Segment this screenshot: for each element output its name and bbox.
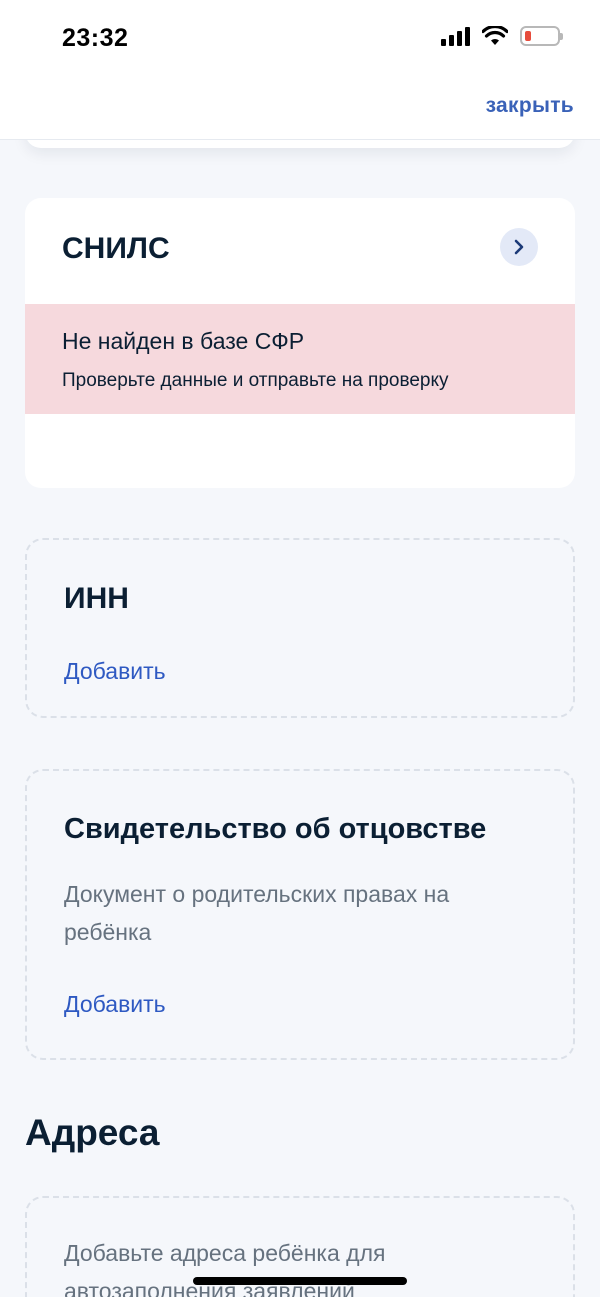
battery-icon [520, 26, 563, 46]
addresses-section-title: Адреса [25, 1112, 160, 1153]
paternity-description: Документ о родительских правах на ребёнк… [64, 881, 450, 945]
snils-open-button[interactable] [500, 228, 538, 266]
status-icons [441, 26, 563, 46]
snils-card[interactable]: СНИЛС Не найден в базе СФР Проверьте дан… [25, 198, 575, 488]
close-button[interactable]: закрыть [486, 94, 574, 118]
snils-error-banner: Не найден в базе СФР Проверьте данные и … [25, 304, 575, 414]
home-indicator[interactable] [193, 1277, 407, 1285]
paternity-title: Свидетельство об отцовстве [64, 813, 487, 845]
inn-title: ИНН [64, 582, 129, 615]
chevron-right-icon [514, 239, 524, 255]
inn-add-link[interactable]: Добавить [64, 658, 166, 685]
paternity-card: Свидетельство об отцовстве Документ о ро… [25, 769, 575, 1060]
snils-error-title: Не найден в базе СФР [62, 328, 305, 354]
paternity-add-link[interactable]: Добавить [64, 991, 166, 1018]
snils-error-text: Проверьте данные и отправьте на проверку [62, 370, 449, 391]
signal-icon [441, 26, 470, 46]
snils-title: СНИЛС [62, 232, 170, 265]
addresses-description: Добавьте адреса ребёнка для автозаполнен… [64, 1240, 386, 1297]
wifi-icon [482, 26, 508, 45]
top-bar: 23:32 закрыть [0, 0, 600, 140]
status-time: 23:32 [62, 24, 129, 52]
battery-level [525, 31, 531, 41]
inn-card: ИНН Добавить [25, 538, 575, 718]
